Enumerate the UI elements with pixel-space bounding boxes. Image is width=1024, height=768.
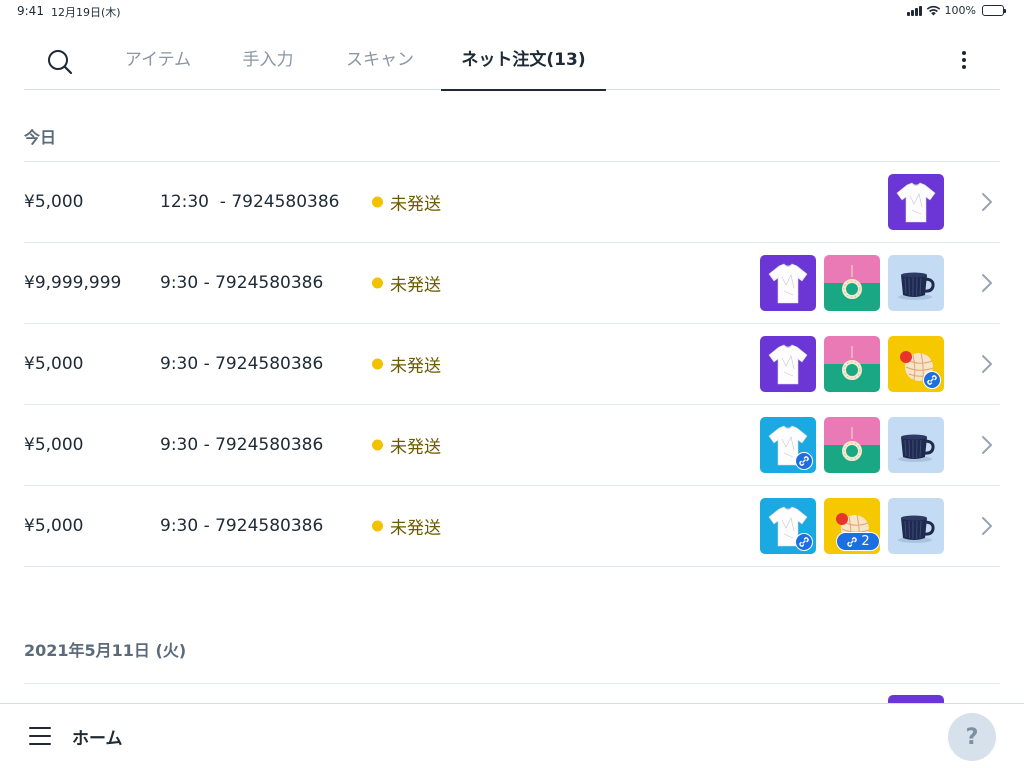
order-row[interactable]: ¥9,999,999 9:30 - 7924580386 未発送 <box>24 243 1000 324</box>
order-price: ¥9,999,999 <box>24 273 122 293</box>
status-dot <box>372 520 383 532</box>
tshirt-thumbnail <box>888 174 944 230</box>
order-time-number: 9:30 - 7924580386 <box>160 354 324 374</box>
battery-percent: 100% <box>944 4 976 17</box>
section-date-header: 今日 <box>24 92 1000 162</box>
order-item-thumbnails <box>888 694 944 703</box>
link-count: 2 <box>861 534 870 549</box>
bottom-bar: ホーム ? <box>0 703 1024 768</box>
chevron-right-icon <box>982 355 992 373</box>
order-item-thumbnails <box>760 336 944 392</box>
status-dot <box>372 439 383 451</box>
tab-items[interactable]: アイテム <box>116 30 200 90</box>
order-section: 今日 ¥5,000 12:30 - 7924580386 未発送 ¥9,999,999 9… <box>24 92 1000 567</box>
status-right: 100% <box>906 4 1006 17</box>
order-row[interactable]: ¥5,000 12:30 - 7924580386 未発送 <box>24 162 1000 243</box>
status-time: 9:41 <box>17 4 44 18</box>
tab-manual-entry[interactable]: 手入力 <box>232 30 304 90</box>
tab-net-orders[interactable]: ネット注文(13) <box>441 30 606 91</box>
ring-thumbnail <box>824 417 880 473</box>
order-item-thumbnails <box>760 417 944 473</box>
tshirt-thumbnail <box>760 336 816 392</box>
home-label: ホーム <box>72 729 123 749</box>
mug-thumbnail <box>888 498 944 554</box>
order-status-label: 未発送 <box>390 518 441 539</box>
order-status: 未発送 <box>372 352 441 377</box>
chevron-right-icon <box>982 274 992 292</box>
order-row[interactable]: ¥5,00012:30 - 7924580386未発送 <box>24 684 1000 703</box>
order-price: ¥5,000 <box>24 354 84 374</box>
tab-scan[interactable]: スキャン <box>336 30 424 90</box>
order-status: 未発送 <box>372 514 441 539</box>
order-row[interactable]: ¥5,000 9:30 - 7924580386 未発送 <box>24 324 1000 405</box>
link-icon <box>795 452 813 470</box>
ring-thumbnail <box>824 255 880 311</box>
mug-thumbnail <box>888 255 944 311</box>
order-item-thumbnails <box>888 174 944 230</box>
tshirt-thumbnail <box>760 417 816 473</box>
more-options-icon[interactable] <box>952 48 976 72</box>
tab-bar: アイテム 手入力 スキャン ネット注文(13) <box>24 30 1000 91</box>
tshirt-thumbnail <box>760 255 816 311</box>
order-price: ¥5,000 <box>24 516 84 536</box>
order-item-thumbnails <box>760 255 944 311</box>
signal-icon <box>906 5 922 16</box>
chevron-right-icon <box>982 193 992 211</box>
yarn-thumbnail: 2 <box>824 498 880 554</box>
status-date: 12月19日(木) <box>51 6 121 19</box>
order-status-label: 未発送 <box>390 356 441 377</box>
status-dot <box>372 277 383 289</box>
chevron-right-icon <box>982 517 992 535</box>
menu-icon[interactable] <box>29 727 51 745</box>
order-status-label: 未発送 <box>390 194 441 215</box>
order-time-number: 9:30 - 7924580386 <box>160 516 324 536</box>
status-bar: 9:41 12月19日(木) 100% <box>0 0 1024 24</box>
order-row[interactable]: ¥5,000 9:30 - 7924580386 未発送 <box>24 405 1000 486</box>
yarn-thumbnail <box>888 336 944 392</box>
battery-icon <box>982 5 1006 16</box>
order-time-number: 9:30 - 7924580386 <box>160 435 324 455</box>
order-status-label: 未発送 <box>390 275 441 296</box>
order-time-number: 9:30 - 7924580386 <box>160 273 324 293</box>
link-icon <box>923 371 941 389</box>
order-list: 今日 ¥5,000 12:30 - 7924580386 未発送 ¥9,999,999 9… <box>24 92 1000 703</box>
order-price: ¥5,000 <box>24 435 84 455</box>
order-time-number: 12:30 - 7924580386 <box>160 192 340 212</box>
tshirt-thumbnail <box>888 694 944 703</box>
ring-thumbnail <box>824 336 880 392</box>
order-section: 2021年5月11日 (火)¥5,00012:30 - 7924580386未発… <box>24 615 1000 703</box>
link-count-badge: 2 <box>836 532 880 551</box>
order-item-thumbnails: 2 <box>760 498 944 554</box>
status-dot <box>372 358 383 370</box>
help-button[interactable]: ? <box>948 713 996 761</box>
section-date-header: 2021年5月11日 (火) <box>24 615 1000 684</box>
order-status: 未発送 <box>372 271 441 296</box>
order-row[interactable]: ¥5,000 9:30 - 7924580386 未発送 2 <box>24 486 1000 567</box>
tshirt-thumbnail <box>760 498 816 554</box>
link-icon <box>795 533 813 551</box>
status-dot <box>372 196 383 208</box>
order-status-label: 未発送 <box>390 437 441 458</box>
mug-thumbnail <box>888 417 944 473</box>
order-price: ¥5,000 <box>24 192 84 212</box>
search-icon[interactable] <box>46 48 74 76</box>
chevron-right-icon <box>982 436 992 454</box>
link-icon <box>846 536 858 548</box>
order-status: 未発送 <box>372 433 441 458</box>
wifi-icon <box>926 5 940 16</box>
order-status: 未発送 <box>372 190 441 215</box>
